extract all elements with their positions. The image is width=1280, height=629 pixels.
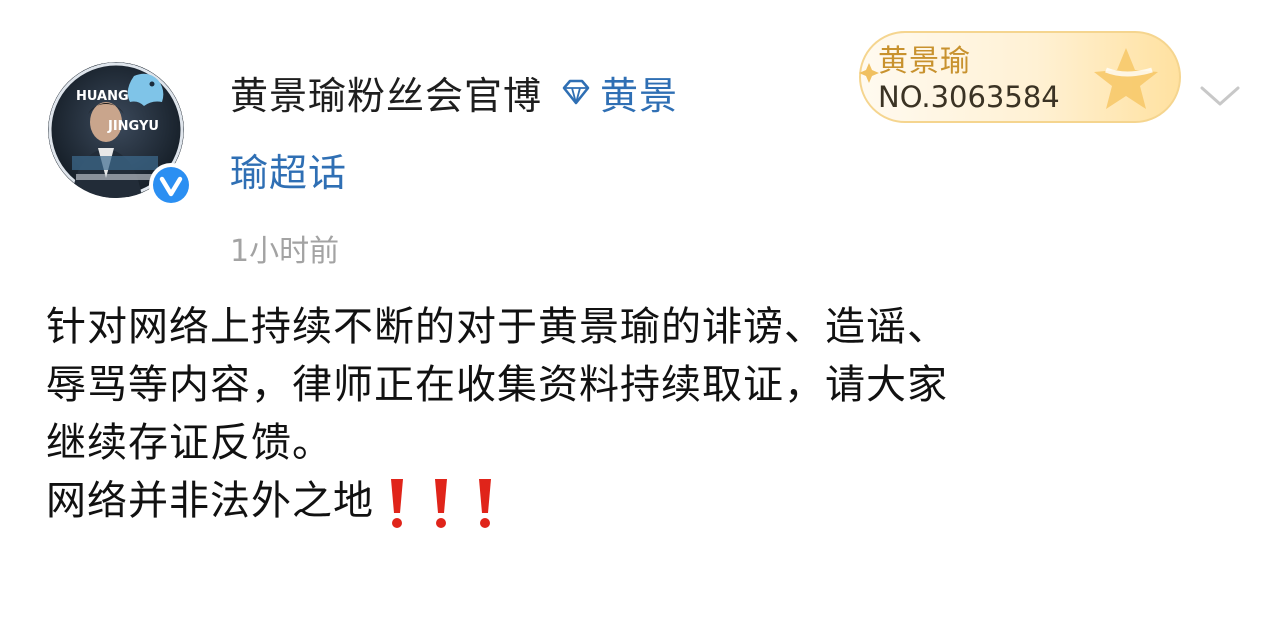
content-last-line: 网络并非法外之地 [46,472,1246,530]
content-line: 继续存证反馈。 [46,420,333,466]
super-topic-link[interactable]: 黄景 [600,65,678,120]
post-time: 1小时前 [230,234,340,269]
content-line: 辱骂等内容，律师正在收集资料持续取证，请大家 [46,362,948,408]
chevron-down-icon[interactable] [1196,78,1244,112]
post-content: 针对网络上持续不断的对于黄景瑜的诽谤、造谣、 辱骂等内容，律师正在收集资料持续取… [46,298,1246,530]
red-exclamation-icon [479,479,491,528]
author-line: 黄景瑜粉丝会官博 黄景 [230,62,678,122]
badge-name: 黄景瑜 [878,44,971,79]
red-exclamation-icon [391,479,403,528]
avatar[interactable]: HUANG JINGYU [48,62,193,207]
red-exclamation-icon [435,479,447,528]
weibo-post: HUANG JINGYU 黄景瑜粉丝会官博 黄景 瑜超话 黄景瑜 NO.3063… [0,0,1280,629]
content-line: 网络并非法外之地 [46,478,374,524]
author-name[interactable]: 黄景瑜粉丝会官博 [230,65,542,120]
diamond-icon [562,79,590,105]
badge-number: NO.3063584 [878,80,1060,114]
verified-v-icon [149,163,193,207]
avatar-text-2: JINGYU [107,119,159,134]
exclamation-group [388,477,494,529]
super-topic-link-continued[interactable]: 瑜超话 [230,142,347,197]
content-line: 针对网络上持续不断的对于黄景瑜的诽谤、造谣、 [46,304,948,350]
avatar-text-1: HUANG [76,89,129,104]
